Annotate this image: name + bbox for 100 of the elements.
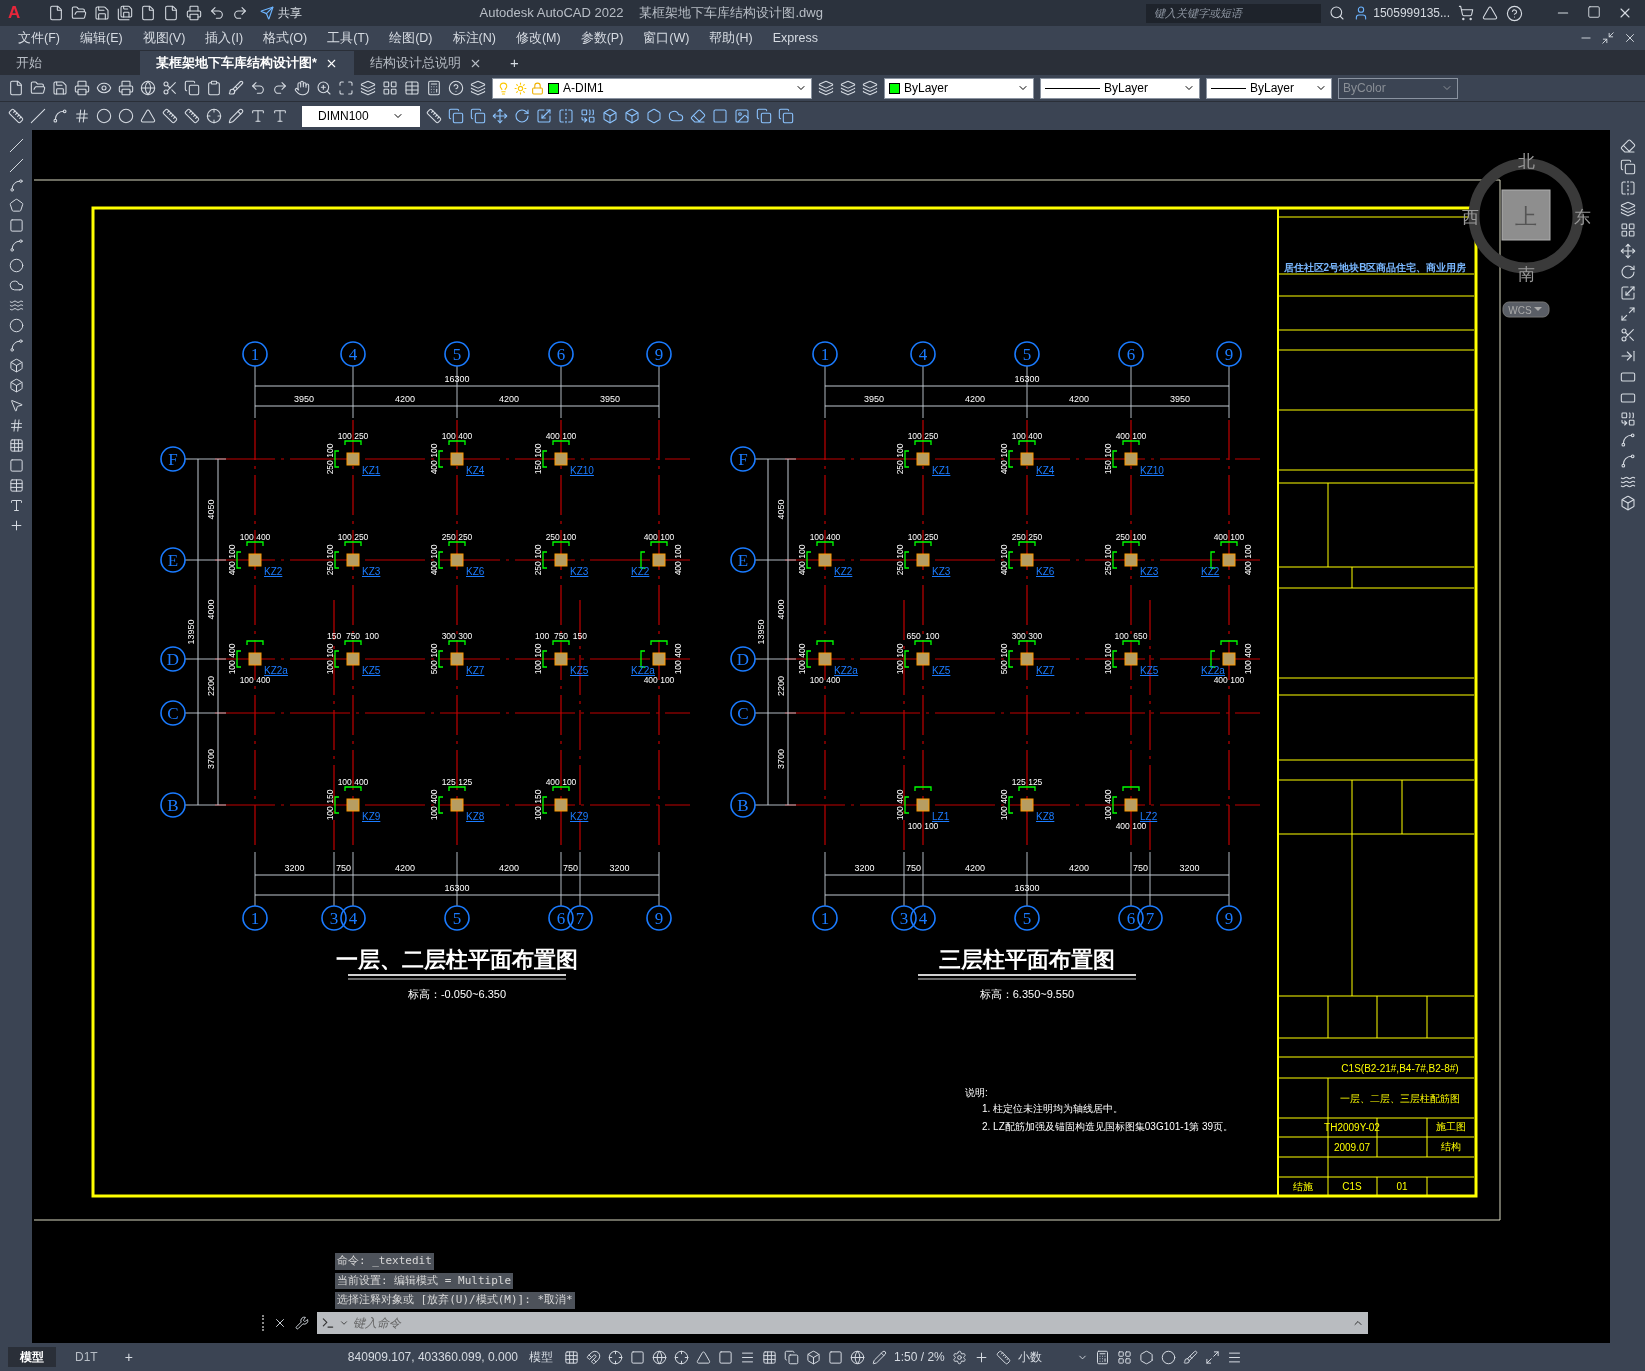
menu-item[interactable]: 标注(N) — [452, 28, 496, 48]
dimension-text: 750 — [906, 863, 921, 873]
dimension-text: 3700 — [206, 749, 216, 769]
dimension-text: 400 100 — [999, 443, 1009, 475]
menu-item[interactable]: 文件(F) — [18, 28, 60, 48]
dimension-text: 100 400 — [227, 643, 237, 675]
dimension-text: 100 650 — [1114, 631, 1148, 641]
property-dropdown[interactable]: ByLayer — [1206, 77, 1332, 99]
file-tab[interactable]: 某框架地下车库结构设计图* — [140, 51, 354, 75]
dimension-text: 3950 — [1170, 394, 1190, 404]
dimension-text: 100 100 — [895, 643, 905, 675]
dimension-text: 500 100 — [999, 643, 1009, 675]
layout-tab[interactable]: 模型 — [8, 1347, 56, 1367]
user-name[interactable]: 1505999135... — [1373, 4, 1450, 22]
dimension-text: 100 400 — [239, 675, 271, 685]
dimension-text: 250 250 — [1011, 532, 1043, 542]
dimension-text: 400 100 — [999, 544, 1009, 576]
property-dropdown[interactable]: A-DIM1 — [492, 77, 812, 99]
column-label: KZ8 — [1036, 811, 1055, 822]
menu-item[interactable]: 编辑(E) — [79, 28, 123, 48]
dimension-text: 100 400 — [1103, 789, 1113, 821]
menu-item[interactable]: 插入(I) — [205, 28, 244, 48]
axis-bubble: C — [160, 700, 186, 726]
dimension-text: 16300 — [1014, 883, 1040, 893]
dimension-text: 750 — [563, 863, 578, 873]
dimension-text: 4050 — [206, 499, 216, 520]
units-dropdown[interactable]: 小数 — [1017, 1348, 1088, 1366]
dimension-text: 250 100 — [895, 443, 905, 475]
model-space-button[interactable]: 模型 — [525, 1348, 558, 1366]
dimension-text: 750 — [1133, 863, 1148, 873]
dimension-text: 250 100 — [325, 443, 335, 475]
axis-bubble: 9 — [646, 341, 672, 367]
column-label: KZ6 — [1036, 566, 1055, 577]
compass-direction[interactable]: 南 — [1517, 265, 1535, 284]
dimension-text: 750 — [336, 863, 351, 873]
column-label: KZ10 — [570, 465, 594, 476]
column-label: KZ9 — [570, 811, 589, 822]
dimension-text: 2200 — [206, 676, 216, 696]
axis-bubble: 3 — [321, 905, 347, 931]
elevation-text: 标高：-0.050~6.350 — [407, 988, 507, 1000]
column-label: KZ9 — [362, 811, 381, 822]
menu-item[interactable]: 绘图(D) — [389, 28, 433, 48]
axis-bubble: F — [730, 446, 756, 472]
axis-bubble: 6 — [548, 341, 574, 367]
compass-direction[interactable]: 东 — [1573, 208, 1591, 227]
menu-item[interactable]: 帮助(H) — [709, 28, 753, 48]
dimension-style-dropdown[interactable]: DIMN100 — [302, 105, 420, 127]
file-tab[interactable]: 结构设计总说明 — [353, 51, 498, 75]
menu-item[interactable]: 格式(O) — [263, 28, 308, 48]
menu-item[interactable]: 工具(T) — [327, 28, 370, 48]
dimension-text: 4200 — [1069, 863, 1089, 873]
menu-item[interactable]: 视图(V) — [142, 28, 186, 48]
dimension-text: 100 750 150 — [535, 631, 587, 641]
menu-item[interactable]: 参数(P) — [580, 28, 624, 48]
column-label: KZ5 — [362, 665, 381, 676]
compass-direction[interactable]: 西 — [1461, 208, 1479, 227]
column-label: KZ2a — [1201, 665, 1225, 676]
axis-bubble: 7 — [567, 905, 593, 931]
dimension-text: 250 250 — [441, 532, 473, 542]
dimension-text: 100 400 — [809, 675, 841, 685]
add-layout-button[interactable]: + — [116, 1346, 141, 1368]
share-button[interactable]: 共享 — [256, 4, 307, 22]
dimension-text: 3950 — [864, 394, 884, 404]
column-label: KZ2a — [834, 665, 858, 676]
project-name: 居住社区2号地块B区商品住宅、商业用房 — [1283, 262, 1467, 273]
coordinates-text: 840909.107, 403360.099, 0.000 — [347, 1349, 519, 1366]
menu-item[interactable]: Express — [772, 28, 818, 48]
dimension-text: 4200 — [395, 863, 415, 873]
subproject-text: C1S — [1342, 1181, 1362, 1192]
dimension-text: 400 100 — [797, 544, 807, 576]
menu-item[interactable]: 窗口(W) — [643, 28, 690, 48]
file-tab[interactable]: 开始 — [0, 51, 140, 75]
drawing-number: TH2009Y-02 — [1324, 1122, 1380, 1133]
axis-bubble: 1 — [812, 341, 838, 367]
column-label: KZ5 — [1140, 665, 1159, 676]
property-dropdown[interactable]: ByLayer — [884, 77, 1034, 99]
axis-bubble: D — [730, 646, 756, 672]
dimension-text: 250 100 — [1115, 532, 1147, 542]
dimension-text: 400 100 — [643, 675, 675, 685]
dimension-text: 650 100 — [906, 631, 940, 641]
axis-bubble: 4 — [340, 341, 366, 367]
property-dropdown[interactable]: ByLayer — [1040, 77, 1200, 99]
axis-bubble: 1 — [812, 905, 838, 931]
compass-direction[interactable]: 北 — [1517, 152, 1535, 171]
annotation-scale[interactable]: 1:50 / 2% — [894, 1348, 945, 1366]
search-field[interactable]: 键入关键字或短语 — [1146, 3, 1322, 23]
layout-tab[interactable]: D1T — [63, 1347, 110, 1367]
axis-bubble: 1 — [242, 905, 268, 931]
dimension-text: 400 100 — [429, 443, 439, 475]
axis-bubble: 9 — [1216, 341, 1242, 367]
category-text: 结施 — [1293, 1181, 1313, 1192]
axis-bubble: 6 — [548, 905, 574, 931]
command-input[interactable]: 键入命令 — [353, 1314, 1348, 1332]
column-label: KZ2 — [264, 566, 283, 577]
new-tab-button[interactable]: + — [497, 51, 531, 75]
menu-item[interactable]: 修改(M) — [515, 28, 561, 48]
axis-bubble: E — [160, 547, 186, 573]
sheet-number: 01 — [1396, 1181, 1408, 1192]
column-label: KZ10 — [1140, 465, 1164, 476]
axis-bubble: 9 — [646, 905, 672, 931]
